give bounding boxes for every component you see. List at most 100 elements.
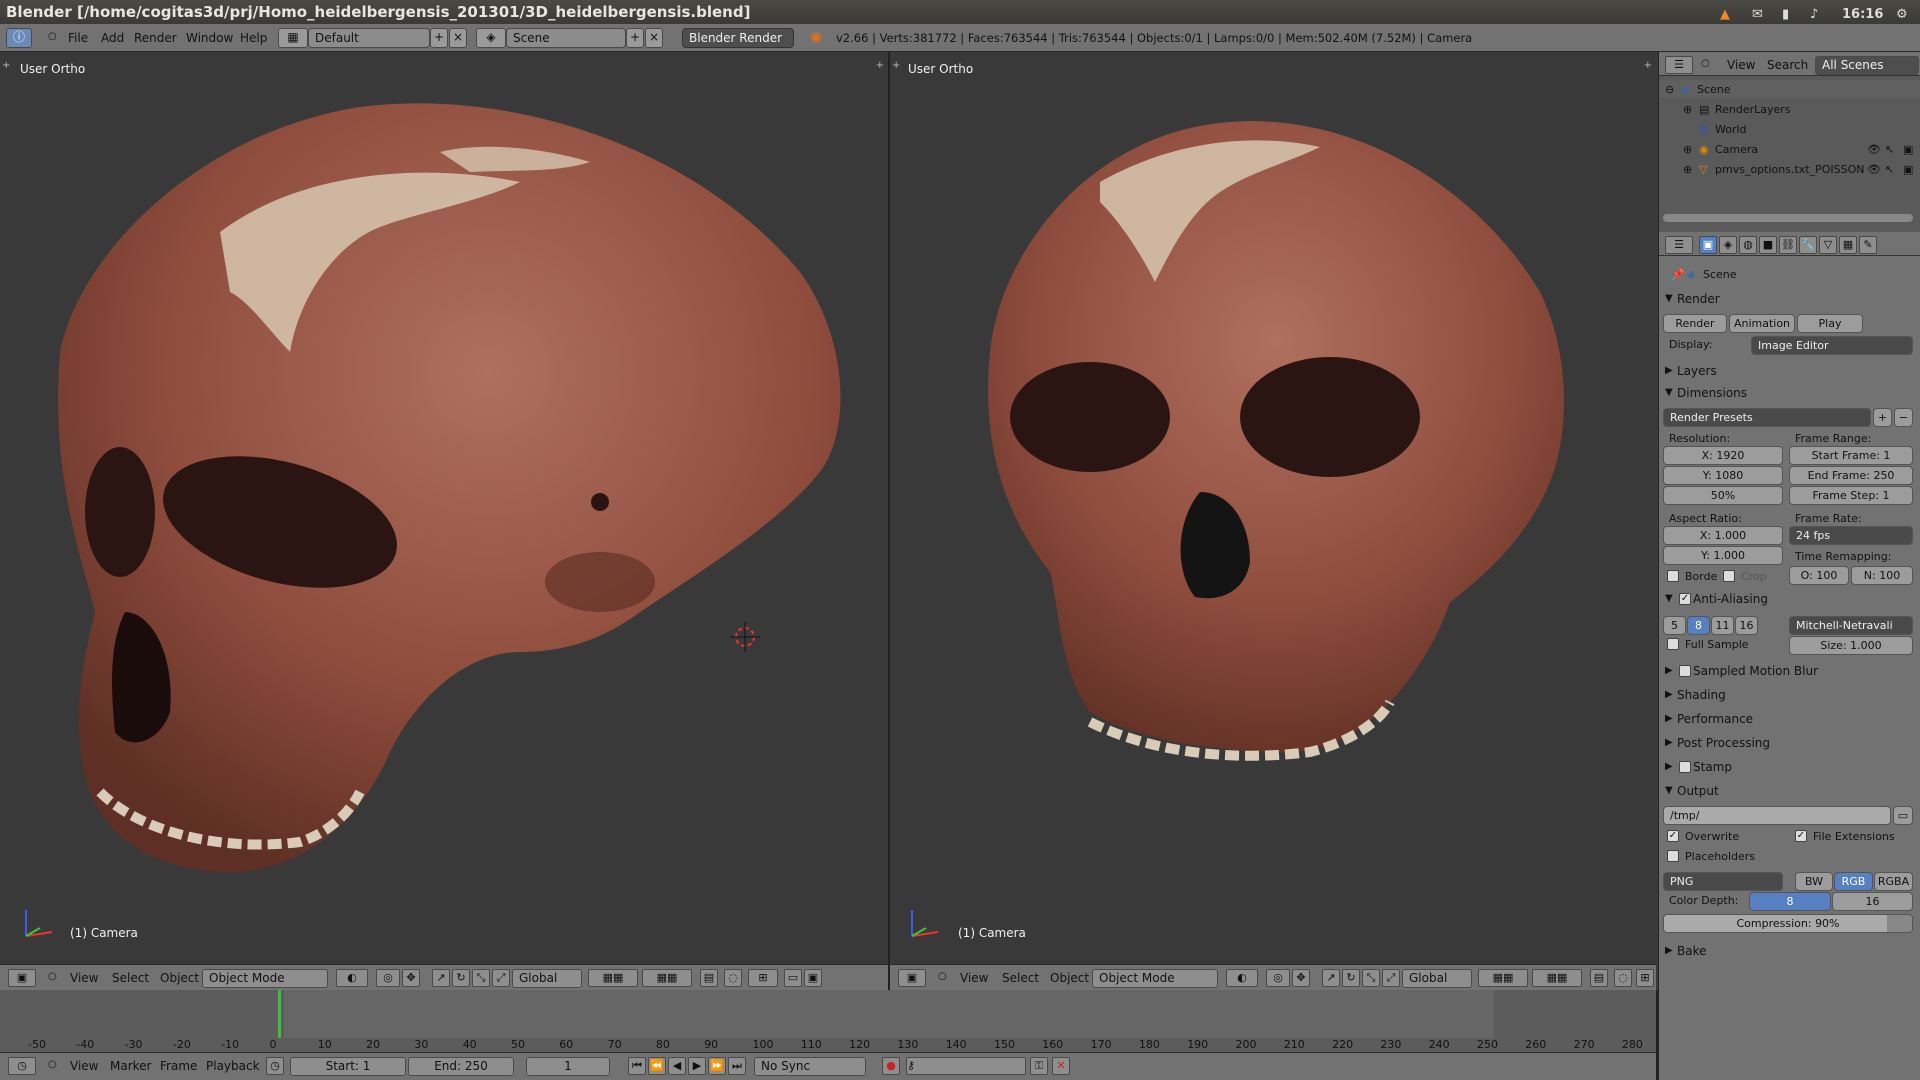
skull-model-left[interactable] [0,52,888,964]
motion-blur-checkbox[interactable] [1679,665,1691,677]
panel-motion-blur[interactable]: Sampled Motion Blur [1663,660,1917,682]
aa-size-field[interactable]: Size: 1.000 [1789,636,1913,655]
output-path-field[interactable]: /tmp/ [1663,806,1891,825]
color-mode-rgb[interactable]: RGB [1834,872,1873,891]
panel-bake[interactable]: Bake [1663,940,1917,962]
aspect-y-field[interactable]: Y: 1.000 [1663,546,1783,565]
expand-icon[interactable]: ⊕ [1683,103,1692,116]
display-mode-dropdown[interactable]: All Scenes [1815,56,1919,75]
outliner-item-camera[interactable]: Camera [1715,143,1758,156]
play-icon[interactable]: ▶ [688,1057,706,1075]
render-preview-icon[interactable]: ▭ [784,969,802,987]
menu-add[interactable]: Add [101,31,124,45]
next-keyframe-icon[interactable]: ⏩ [708,1057,726,1075]
placeholders-checkbox[interactable] [1667,850,1679,862]
menu-search[interactable]: Search [1767,58,1808,72]
world-tab-icon[interactable]: ◍ [1739,236,1757,254]
layers-grid-icon[interactable]: ▦▦ [1478,969,1528,987]
frame-rate-dropdown[interactable]: 24 fps [1789,526,1913,545]
proportional-icon[interactable]: ◌ [1614,969,1632,987]
current-frame-cursor[interactable] [277,990,281,1038]
aa-samples-5[interactable]: 5 [1663,616,1686,635]
jump-end-icon[interactable]: ⏭ [728,1057,746,1075]
folder-icon[interactable]: ▭ [1893,806,1913,825]
current-frame-field[interactable]: 1 [526,1057,610,1076]
shading-icon[interactable]: ◐ [1226,969,1258,987]
end-frame-field[interactable]: End Frame: 250 [1789,466,1913,485]
sync-dropdown[interactable]: No Sync [754,1057,866,1076]
border-checkbox[interactable] [1667,570,1679,582]
panel-shading[interactable]: Shading [1663,684,1917,706]
info-editor-icon[interactable]: ⓘ [6,28,32,48]
editor-type-icon[interactable]: ▣ [8,969,36,987]
menu-view[interactable]: View [70,1059,98,1073]
menu-frame[interactable]: Frame [160,1059,197,1073]
menu-view[interactable]: View [70,971,98,985]
rotate-icon[interactable]: ↻ [1342,969,1360,987]
manipulator-icon[interactable]: ✥ [402,969,420,987]
editor-type-icon[interactable]: ▣ [898,969,926,987]
menu-view[interactable]: View [960,971,988,985]
end-frame-field[interactable]: End: 250 [408,1057,514,1076]
panel-layers[interactable]: Layers [1663,360,1917,382]
layers-grid-icon[interactable]: ▦▦ [642,969,692,987]
layers-grid-icon[interactable]: ▦▦ [1532,969,1582,987]
render-toggle-icon[interactable]: ▣ [1903,143,1913,156]
animation-button[interactable]: Animation [1729,314,1795,333]
modifiers-tab-icon[interactable]: 🔧 [1799,236,1817,254]
pivot-icon[interactable]: ◎ [376,969,400,987]
scale-icon[interactable]: ⤡ [472,969,490,987]
play-reverse-icon[interactable]: ◀ [668,1057,686,1075]
overwrite-checkbox[interactable]: ✓ [1667,830,1679,842]
expand-icon[interactable]: ⊕ [1683,163,1692,176]
menu-object[interactable]: Object [1050,971,1089,985]
prev-keyframe-icon[interactable]: ⏪ [648,1057,666,1075]
resolution-percent-slider[interactable]: 50% [1663,486,1783,505]
3d-cursor-icon[interactable] [730,622,760,652]
collapse-icon[interactable]: ○ [48,971,57,982]
render-toggle-icon[interactable]: ▣ [1903,163,1913,176]
menu-help[interactable]: Help [240,31,267,45]
expand-icon[interactable]: ⊖ [1665,83,1674,96]
panel-dimensions[interactable]: Dimensions [1663,382,1917,404]
aspect-x-field[interactable]: X: 1.000 [1663,526,1783,545]
keying-set-icon[interactable]: ⚷ [906,1057,1026,1075]
frame-step-field[interactable]: Frame Step: 1 [1789,486,1913,505]
delete-keyframe-icon[interactable]: ✕ [1052,1057,1070,1075]
collapse-icon[interactable]: ○ [48,31,57,42]
start-frame-field[interactable]: Start Frame: 1 [1789,446,1913,465]
scale-icon[interactable]: ⤢ [1382,969,1400,987]
outliner-item-renderlayers[interactable]: RenderLayers [1715,103,1791,116]
panel-output[interactable]: Output [1663,780,1917,802]
pivot-icon[interactable]: ◎ [1266,969,1290,987]
remove-layout-button[interactable]: × [449,28,467,48]
color-mode-bw[interactable]: BW [1795,872,1833,891]
render-button[interactable]: Render [1663,314,1727,333]
panel-render[interactable]: Render [1663,288,1917,310]
remove-scene-button[interactable]: × [645,28,663,48]
visibility-eye-icon[interactable]: 👁 [1867,163,1881,176]
file-format-dropdown[interactable]: PNG [1663,872,1783,891]
jump-start-icon[interactable]: ⏮ [628,1057,646,1075]
shading-icon[interactable]: ◐ [336,969,368,987]
proportional-icon[interactable]: ◌ [724,969,742,987]
outliner-scrollbar[interactable] [1663,214,1913,222]
select-arrow-icon[interactable]: ↖ [1885,143,1894,156]
select-arrow-icon[interactable]: ↖ [1885,163,1894,176]
scene-dropdown[interactable]: Scene [506,28,626,48]
remap-new-field[interactable]: N: 100 [1851,566,1913,585]
menu-marker[interactable]: Marker [110,1059,151,1073]
panel-performance[interactable]: Performance [1663,708,1917,730]
camera-icon[interactable]: ▣ [804,969,822,987]
file-extensions-checkbox[interactable]: ✓ [1795,830,1807,842]
scene-tab-icon[interactable]: ◈ [1719,236,1737,254]
viewport-right[interactable]: User Ortho + + (1) Camera [890,52,1656,964]
color-mode-rgba[interactable]: RGBA [1874,872,1913,891]
constraints-tab-icon[interactable]: ⛓ [1779,236,1797,254]
start-frame-field[interactable]: Start: 1 [290,1057,406,1076]
resolution-x-field[interactable]: X: 1920 [1663,446,1783,465]
physics-tab-icon[interactable]: ✎ [1859,236,1877,254]
lock-icon[interactable]: ▤ [1590,969,1608,987]
orientation-dropdown[interactable]: Global [1402,969,1472,988]
timeline[interactable]: -50 -40 -30 -20 -10 0 10 20 30 40 50 60 70 80 90 100 110… [0,990,1656,1052]
